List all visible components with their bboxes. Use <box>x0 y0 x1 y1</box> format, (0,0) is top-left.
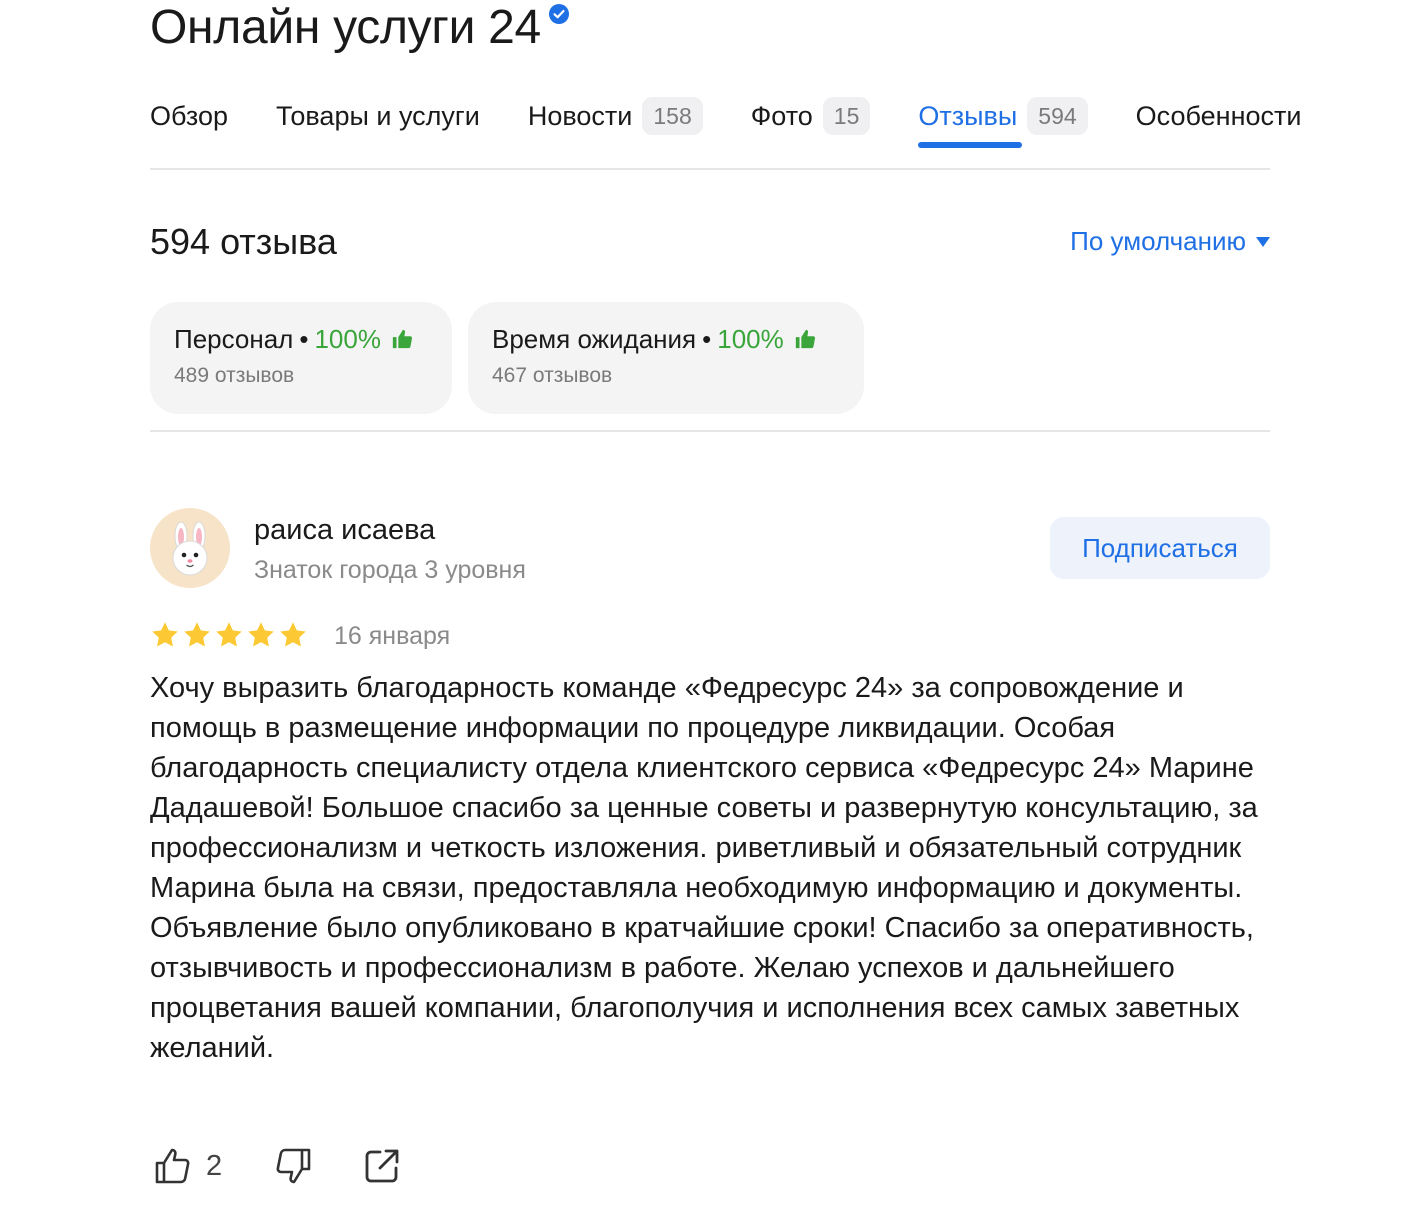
tab-label: Обзор <box>150 100 228 131</box>
author-level: Знаток города 3 уровня <box>254 556 526 584</box>
aspect-separator: • <box>299 324 309 354</box>
aspect-separator: • <box>702 324 712 354</box>
aspects-divider <box>150 430 1270 432</box>
share-icon <box>365 1149 399 1183</box>
reviews-count-heading: 594 отзыва <box>150 221 337 262</box>
tab-photos[interactable]: Фото 15 <box>751 90 871 142</box>
tab-label: Товары и услуги <box>275 100 480 131</box>
aspect-name: Время ожидания <box>492 324 697 354</box>
tab-products-services[interactable]: Товары и услуги <box>276 90 480 142</box>
aspect-chip-staff[interactable]: Персонал • 100% 489 отзывов <box>150 302 452 414</box>
tab-news[interactable]: Новости 158 <box>528 90 703 142</box>
tab-label: Новости <box>527 100 633 131</box>
sort-dropdown[interactable]: По умолчанию <box>1070 226 1270 257</box>
star-icon <box>184 622 210 647</box>
tab-label: Особенности <box>1135 100 1302 131</box>
active-tab-indicator <box>918 142 1023 148</box>
thumbs-up-icon <box>155 1148 190 1184</box>
tab-count-badge: 594 <box>1027 97 1088 135</box>
bunny-avatar-icon <box>172 521 208 576</box>
page-header: Онлайн услуги 24 <box>150 0 569 60</box>
dislike-button[interactable] <box>270 1142 314 1190</box>
aspect-reviews-count: 467 отзывов <box>492 364 613 387</box>
tab-reviews[interactable]: Отзывы 594 <box>918 90 1088 148</box>
star-icon <box>216 622 242 647</box>
aspect-percent: 100% <box>717 324 784 354</box>
likes-count: 2 <box>206 1149 223 1182</box>
rating-stars <box>150 620 310 650</box>
avatar[interactable] <box>150 508 230 588</box>
thumbs-down-icon <box>276 1148 311 1184</box>
tab-label: Фото <box>750 100 813 131</box>
review-text: Хочу выразить благодарность команде «Фед… <box>150 672 1258 1064</box>
star-icon <box>280 622 306 647</box>
thumbs-up-icon <box>392 329 412 349</box>
aspect-percent: 100% <box>314 324 381 354</box>
tab-features[interactable]: Особенности <box>1136 90 1302 142</box>
star-icon <box>248 622 274 647</box>
author-name[interactable]: раиса исаева <box>254 512 435 548</box>
organization-title: Онлайн услуги 24 <box>150 1 541 54</box>
tab-count-badge: 158 <box>642 97 703 135</box>
tab-label: Отзывы <box>918 100 1018 131</box>
like-button[interactable]: 2 <box>152 1142 222 1190</box>
tabs-divider <box>150 168 1270 170</box>
aspect-reviews-count: 489 отзывов <box>174 364 295 387</box>
review-date: 16 января <box>334 622 451 650</box>
tab-overview[interactable]: Обзор <box>150 90 228 142</box>
tab-count-badge: 15 <box>822 97 871 135</box>
subscribe-button[interactable]: Подписаться <box>1050 517 1270 579</box>
share-button[interactable] <box>360 1142 404 1190</box>
tabs-bar: Обзор Товары и услуги Новости 158 Фото 1… <box>150 86 1302 148</box>
chevron-down-icon <box>1256 236 1270 247</box>
sort-label: По умолчанию <box>1070 226 1246 256</box>
thumbs-up-icon <box>795 329 815 349</box>
verified-badge-icon <box>548 4 569 24</box>
aspect-chip-waiting-time[interactable]: Время ожидания • 100% 467 отзывов <box>468 302 864 414</box>
star-icon <box>152 622 178 647</box>
aspect-name: Персонал <box>174 324 294 354</box>
